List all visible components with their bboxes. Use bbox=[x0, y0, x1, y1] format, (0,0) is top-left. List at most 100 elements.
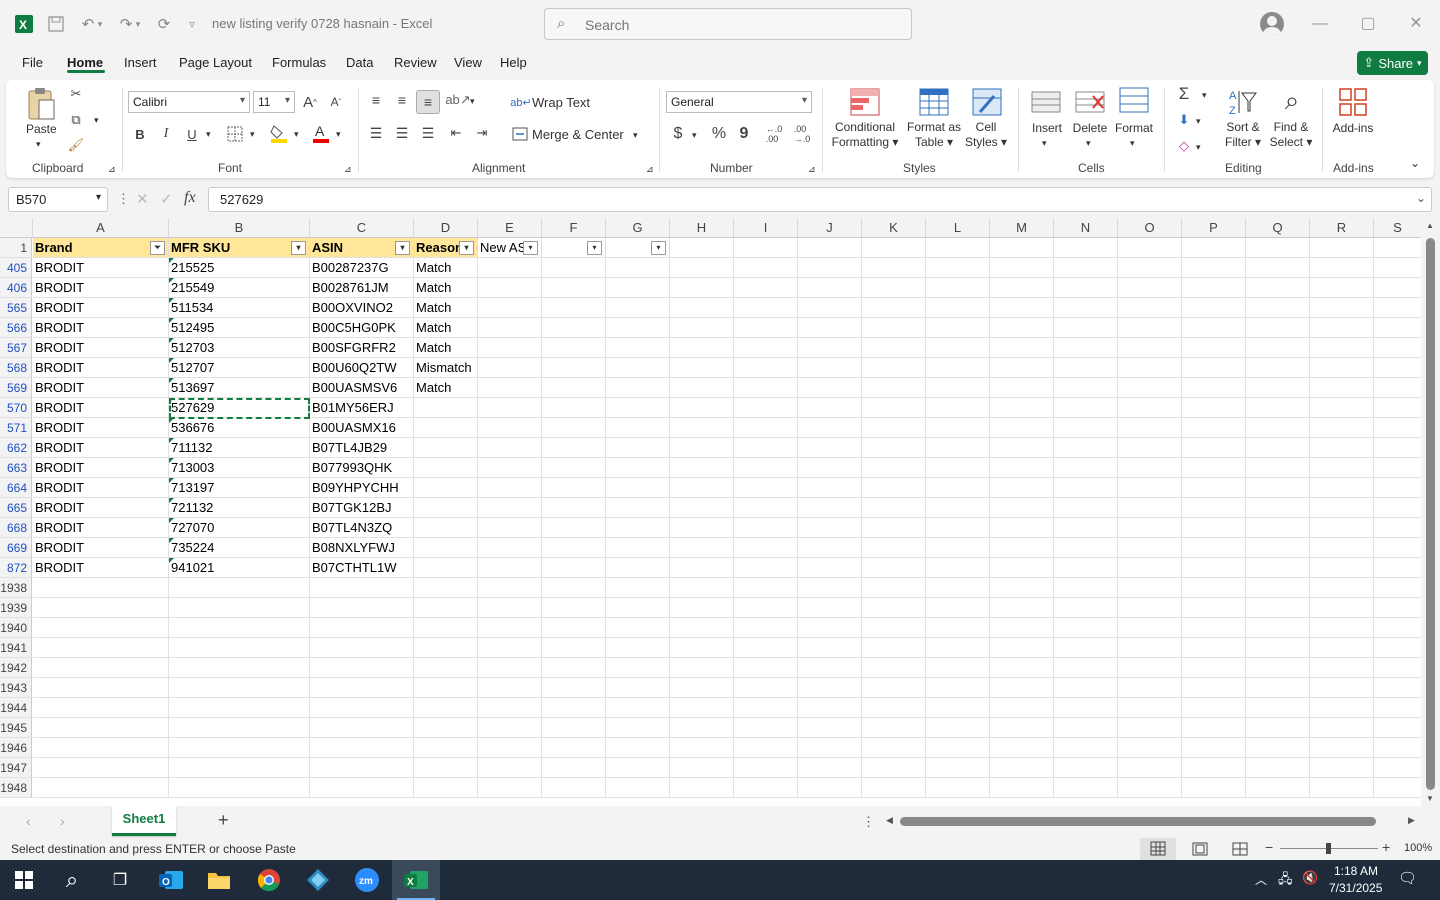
cell-a[interactable] bbox=[33, 618, 169, 638]
cell-n[interactable] bbox=[1054, 518, 1118, 538]
cell-k[interactable] bbox=[862, 498, 926, 518]
cell-m[interactable] bbox=[990, 318, 1054, 338]
cell-d[interactable]: Mismatch bbox=[414, 358, 478, 378]
row-header[interactable]: 669 bbox=[0, 538, 32, 558]
more-options-icon[interactable]: ⋮ bbox=[117, 191, 130, 207]
conditional-formatting-icon[interactable] bbox=[849, 86, 881, 118]
cell-b[interactable]: 735224 bbox=[169, 538, 310, 558]
cell-l[interactable] bbox=[926, 678, 990, 698]
cell-o[interactable] bbox=[1118, 358, 1182, 378]
cell-g[interactable] bbox=[606, 478, 670, 498]
cell-o[interactable] bbox=[1118, 478, 1182, 498]
cell-c[interactable]: B00OXVINO2 bbox=[310, 298, 414, 318]
column-header-m[interactable]: M bbox=[990, 218, 1054, 238]
row-header[interactable]: 1939 bbox=[0, 598, 32, 618]
cell-o[interactable] bbox=[1118, 718, 1182, 738]
row-header[interactable]: 406 bbox=[0, 278, 32, 298]
cell-k[interactable] bbox=[862, 698, 926, 718]
cell-p[interactable] bbox=[1182, 698, 1246, 718]
cell-g[interactable] bbox=[606, 698, 670, 718]
column-header-c[interactable]: C bbox=[310, 218, 414, 238]
autosum-dropdown-icon[interactable]: ▾ bbox=[1202, 88, 1207, 103]
align-top-icon[interactable]: ≡ bbox=[366, 90, 386, 110]
cell-c[interactable]: B077993QHK bbox=[310, 458, 414, 478]
cell-h[interactable] bbox=[670, 758, 734, 778]
cell-i[interactable] bbox=[734, 698, 798, 718]
cell-o[interactable] bbox=[1118, 238, 1182, 258]
filter-dropdown-icon[interactable]: ▾ bbox=[395, 241, 410, 255]
cell-c[interactable]: ASIN ▾ bbox=[310, 238, 414, 258]
cell-e[interactable]: New AS ▾ bbox=[478, 238, 542, 258]
cell-p[interactable] bbox=[1182, 598, 1246, 618]
cell-d[interactable] bbox=[414, 478, 478, 498]
cell-r[interactable] bbox=[1310, 698, 1374, 718]
cell-c[interactable]: B00UASMSV6 bbox=[310, 378, 414, 398]
align-right-icon[interactable]: ☰ bbox=[418, 123, 438, 143]
cell-q[interactable] bbox=[1246, 418, 1310, 438]
cell-g[interactable] bbox=[606, 518, 670, 538]
cell-l[interactable] bbox=[926, 698, 990, 718]
cell-b[interactable]: 512703 bbox=[169, 338, 310, 358]
name-box[interactable]: B570 ▾ bbox=[8, 187, 108, 212]
tab-page-layout[interactable]: Page Layout bbox=[179, 55, 252, 70]
align-center-icon[interactable]: ☰ bbox=[392, 123, 412, 143]
cell-i[interactable] bbox=[734, 298, 798, 318]
row-header[interactable]: 571 bbox=[0, 418, 32, 438]
cell-p[interactable] bbox=[1182, 498, 1246, 518]
row-header[interactable]: 569 bbox=[0, 378, 32, 398]
error-indicator-icon[interactable] bbox=[169, 298, 174, 303]
italic-button[interactable]: I bbox=[156, 123, 176, 145]
cell-e[interactable] bbox=[478, 638, 542, 658]
sort-filter-label[interactable]: Sort & Filter ▾ bbox=[1220, 120, 1266, 150]
cell-n[interactable] bbox=[1054, 498, 1118, 518]
cell-i[interactable] bbox=[734, 238, 798, 258]
borders-dropdown-icon[interactable]: ▾ bbox=[250, 127, 255, 142]
cell-q[interactable] bbox=[1246, 438, 1310, 458]
undo-dropdown-icon[interactable]: ▾ bbox=[94, 12, 106, 36]
filter-dropdown-icon[interactable]: ▾ bbox=[459, 241, 474, 255]
cell-o[interactable] bbox=[1118, 518, 1182, 538]
cell-g[interactable] bbox=[606, 638, 670, 658]
filter-dropdown-icon[interactable]: ▾ bbox=[587, 241, 602, 255]
cell-a[interactable] bbox=[33, 658, 169, 678]
cell-o[interactable] bbox=[1118, 558, 1182, 578]
cell-l[interactable] bbox=[926, 658, 990, 678]
cell-l[interactable] bbox=[926, 458, 990, 478]
cell-m[interactable] bbox=[990, 658, 1054, 678]
column-header-k[interactable]: K bbox=[862, 218, 926, 238]
cell-k[interactable] bbox=[862, 458, 926, 478]
cell-k[interactable] bbox=[862, 298, 926, 318]
cell-s[interactable] bbox=[1374, 778, 1422, 798]
column-header-b[interactable]: B bbox=[169, 218, 310, 238]
cell-g[interactable] bbox=[606, 778, 670, 798]
orientation-dropdown-icon[interactable]: ▾ bbox=[470, 94, 475, 109]
cell-s[interactable] bbox=[1374, 498, 1422, 518]
cell-f[interactable] bbox=[542, 318, 606, 338]
tab-home[interactable]: Home bbox=[67, 55, 103, 70]
delete-dropdown-icon[interactable]: ▾ bbox=[1086, 136, 1091, 151]
cell-o[interactable] bbox=[1118, 318, 1182, 338]
windows-start-icon[interactable] bbox=[8, 864, 40, 896]
cell-j[interactable] bbox=[798, 258, 862, 278]
column-header-o[interactable]: O bbox=[1118, 218, 1182, 238]
row-header[interactable]: 1948 bbox=[0, 778, 32, 798]
wrap-text-button[interactable]: Wrap Text bbox=[532, 95, 590, 110]
cell-d[interactable] bbox=[414, 458, 478, 478]
cell-r[interactable] bbox=[1310, 478, 1374, 498]
cell-d[interactable] bbox=[414, 778, 478, 798]
cell-m[interactable] bbox=[990, 458, 1054, 478]
grow-font-icon[interactable]: A ^ bbox=[300, 91, 320, 113]
cell-s[interactable] bbox=[1374, 618, 1422, 638]
cell-i[interactable] bbox=[734, 718, 798, 738]
cell-l[interactable] bbox=[926, 358, 990, 378]
cell-g[interactable] bbox=[606, 438, 670, 458]
cell-a[interactable] bbox=[33, 578, 169, 598]
cell-p[interactable] bbox=[1182, 318, 1246, 338]
row-header[interactable]: 664 bbox=[0, 478, 32, 498]
cell-o[interactable] bbox=[1118, 678, 1182, 698]
paste-dropdown-icon[interactable]: ▾ bbox=[36, 137, 41, 152]
row-header[interactable]: 872 bbox=[0, 558, 32, 578]
cell-s[interactable] bbox=[1374, 518, 1422, 538]
cell-s[interactable] bbox=[1374, 718, 1422, 738]
cell-b[interactable]: 511534 bbox=[169, 298, 310, 318]
